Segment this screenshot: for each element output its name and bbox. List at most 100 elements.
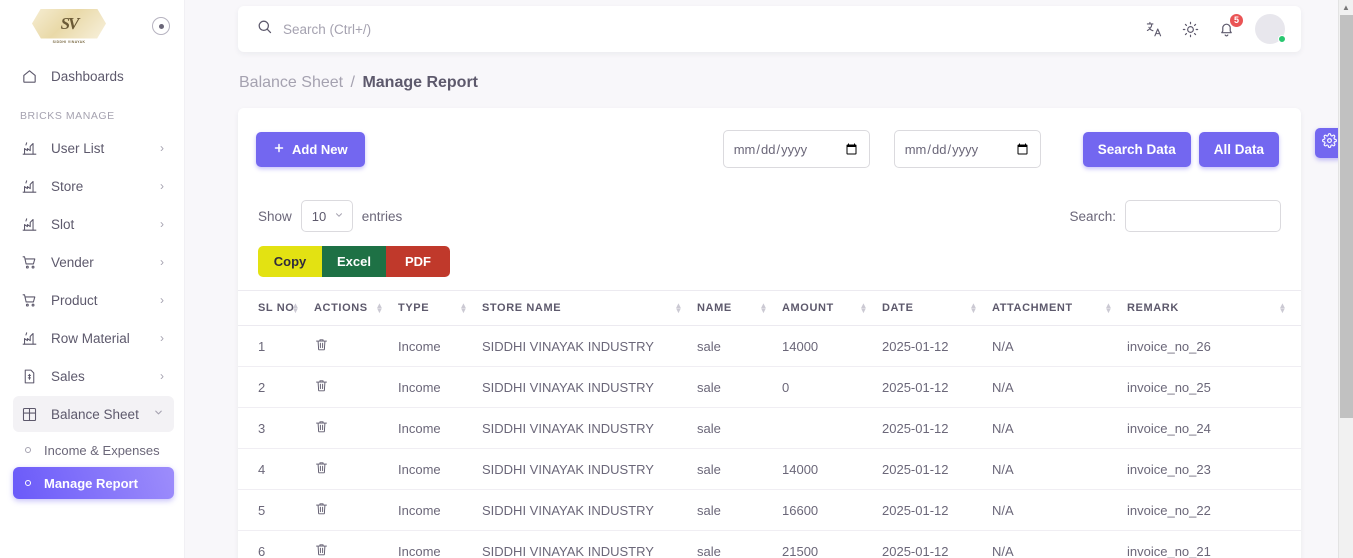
cell-remark: invoice_no_22 [1127,489,1301,531]
table-search-group: Search: [1069,200,1281,232]
date-from-input[interactable] [722,130,870,168]
sidebar-subitem-label: Manage Report [44,475,138,491]
bullet-icon [25,447,31,453]
cart-icon [21,292,43,309]
column-header-attachment[interactable]: ATTACHMENT ▲ ▼ [992,290,1127,326]
cell-attachment: N/A [992,530,1127,558]
app-root: SV SIDDHI VINAYAK Dashboards BRICKS MANA… [0,0,1353,558]
logo[interactable]: SV SIDDHI VINAYAK [16,6,122,46]
sidebar-item-income-expenses[interactable]: Income & Expenses [13,434,174,466]
search-placeholder: Search (Ctrl+/) [283,21,372,37]
show-label: Show [258,208,292,224]
cell-actions [314,489,398,531]
sidebar-item-sales[interactable]: Sales › [13,358,174,394]
sidebar-item-manage-report[interactable]: Manage Report [13,467,174,499]
column-header-sl-no[interactable]: SL NO ▲ ▼ [238,290,314,326]
scroll-up-arrow-icon[interactable]: ▲ [1339,0,1353,15]
sidebar-item-store[interactable]: Store › [13,168,174,204]
sidebar-item-user-list[interactable]: User List › [13,130,174,166]
cell-store-name: SIDDHI VINAYAK INDUSTRY [482,366,697,408]
trash-icon[interactable] [314,501,329,516]
navbar-actions: 5 [1145,12,1286,44]
chevron-down-icon [334,210,344,223]
cell-attachment: N/A [992,448,1127,490]
trash-icon[interactable] [314,542,329,557]
cell-name: sale [697,530,782,558]
cell-actions [314,448,398,490]
column-label: DATE [882,302,914,314]
trash-icon[interactable] [314,378,329,393]
trash-icon[interactable] [314,337,329,352]
table-search-input[interactable] [1125,200,1281,232]
search-input[interactable]: Search (Ctrl+/) [256,18,1145,40]
sort-icon: ▲ ▼ [969,301,978,315]
cell-date: 2025-01-12 [882,366,992,408]
sidebar-section-title: BRICKS MANAGE [20,110,115,122]
search-icon [256,18,273,40]
add-new-label: Add New [292,141,348,157]
copy-button[interactable]: Copy [258,246,322,277]
sort-icon: ▲ ▼ [291,301,300,315]
column-header-amount[interactable]: AMOUNT ▲ ▼ [782,290,882,326]
search-data-button[interactable]: Search Data [1082,131,1191,167]
table-body: 1 Income SIDDHI VINAYAK INDUSTRY sale 14000 2… [238,325,1301,558]
breadcrumb-parent[interactable]: Balance Sheet [239,74,343,91]
cell-amount: 16600 [782,489,882,531]
bell-icon[interactable]: 5 [1217,12,1244,39]
column-header-date[interactable]: DATE ▲ ▼ [882,290,992,326]
excel-button[interactable]: Excel [322,246,386,277]
gear-icon [1321,133,1337,153]
export-buttons: Copy Excel PDF [238,232,1301,277]
cell-sl-no: 4 [238,448,314,490]
trash-icon[interactable] [314,460,329,475]
trash-icon[interactable] [314,419,329,434]
show-entries-group: Show 10 entries [258,200,402,232]
sidebar-item-balance-sheet[interactable]: Balance Sheet [13,396,174,432]
avatar[interactable] [1255,14,1286,44]
column-header-store-name[interactable]: STORE NAME ▲ ▼ [482,290,697,326]
column-header-remark[interactable]: REMARK ▲ ▼ [1127,290,1301,326]
sidebar-item-slot[interactable]: Slot › [13,206,174,242]
sidebar-item-product[interactable]: Product › [13,282,174,318]
sort-icon: ▲ ▼ [1104,301,1113,315]
column-header-type[interactable]: TYPE ▲ ▼ [398,290,482,326]
report-table: SL NO ▲ ▼ ACTIONS ▲ ▼ TYPE ▲ ▼ STORE NAME [238,290,1301,558]
column-header-actions[interactable]: ACTIONS ▲ ▼ [314,290,398,326]
chevron-right-icon: › [160,369,164,383]
cell-amount: 14000 [782,325,882,367]
chevron-down-icon [153,407,164,421]
circle-dot-icon[interactable] [152,17,170,35]
sort-icon: ▲ ▼ [375,301,384,315]
cell-actions [314,407,398,449]
pin-dot [158,23,164,29]
cell-remark: invoice_no_25 [1127,366,1301,408]
cell-type: Income [398,489,482,531]
page-scrollbar[interactable]: ▲ [1338,0,1353,558]
page-title: Manage Report [362,74,479,91]
translate-icon[interactable] [1145,20,1164,39]
table-row: 3 Income SIDDHI VINAYAK INDUSTRY sale 2025-0… [238,407,1301,449]
page-size-select[interactable]: 10 [300,200,353,232]
sun-icon[interactable] [1181,20,1200,39]
add-new-button[interactable]: Add New [256,131,365,167]
cell-amount: 0 [782,366,882,408]
sidebar-item-vender[interactable]: Vender › [13,244,174,280]
pdf-button[interactable]: PDF [386,246,450,277]
table-grid-icon [21,406,43,423]
notification-badge: 5 [1229,12,1244,28]
cell-sl-no: 5 [238,489,314,531]
date-to-input[interactable] [893,130,1041,168]
scrollbar-thumb[interactable] [1340,15,1353,418]
all-data-button[interactable]: All Data [1198,131,1279,167]
sidebar-item-dashboards[interactable]: Dashboards [13,58,174,94]
sidebar-item-row-material[interactable]: Row Material › [13,320,174,356]
sidebar-item-label: Row Material [51,330,130,346]
chevron-right-icon: › [160,293,164,307]
cell-type: Income [398,407,482,449]
table-row: 1 Income SIDDHI VINAYAK INDUSTRY sale 14000 2… [238,325,1301,367]
column-label: STORE NAME [482,302,562,314]
table-header-row: SL NO ▲ ▼ ACTIONS ▲ ▼ TYPE ▲ ▼ STORE NAME [238,290,1301,326]
sort-icon: ▲ ▼ [859,301,868,315]
column-header-name[interactable]: NAME ▲ ▼ [697,290,782,326]
chevron-right-icon: › [160,179,164,193]
